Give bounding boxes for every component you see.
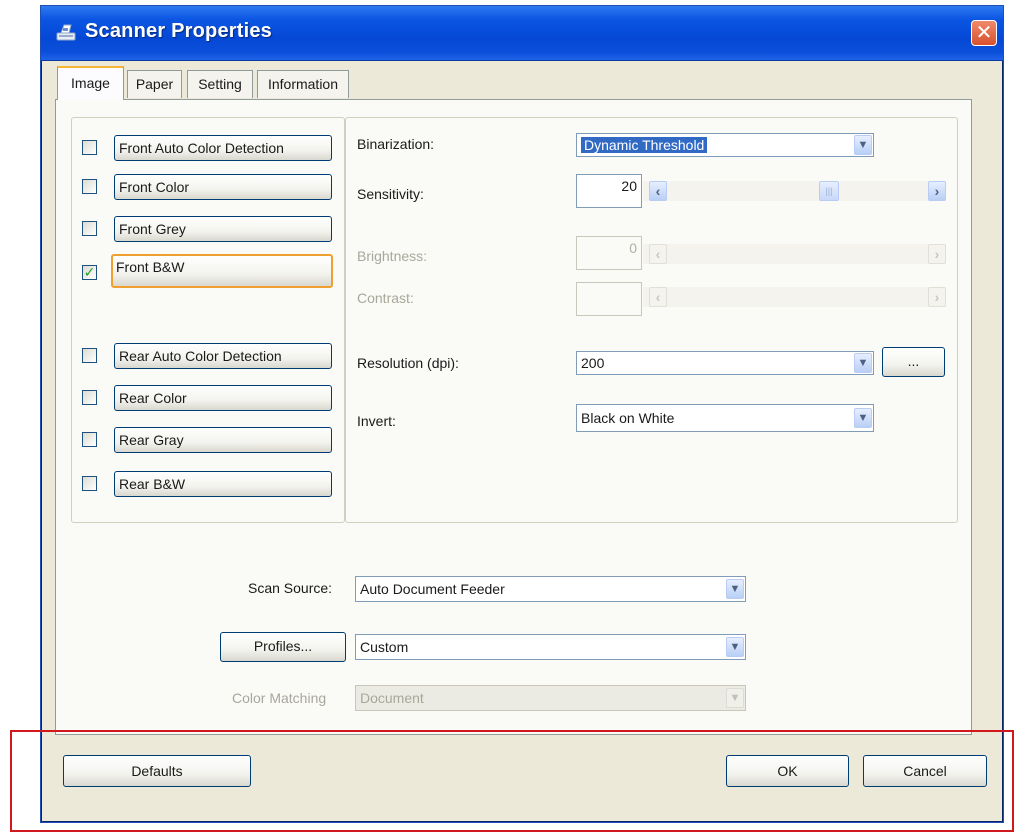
front-auto-color-button[interactable]: Front Auto Color Detection	[114, 135, 332, 161]
scroll-thumb[interactable]: |||	[819, 181, 839, 201]
scan-source-value: Auto Document Feeder	[360, 581, 505, 597]
contrast-slider[interactable]: ‹ ›	[643, 287, 946, 307]
chevron-down-icon[interactable]: ▼	[854, 135, 872, 155]
front-color-checkbox[interactable]	[82, 179, 97, 194]
rear-auto-color-button[interactable]: Rear Auto Color Detection	[114, 343, 332, 369]
resolution-more-button[interactable]: ...	[882, 347, 945, 377]
scroll-left-icon[interactable]: ‹	[649, 244, 667, 264]
scan-source-select[interactable]: Auto Document Feeder ▼	[355, 576, 746, 602]
cancel-button[interactable]: Cancel	[863, 755, 987, 787]
tab-setting[interactable]: Setting	[187, 70, 253, 98]
defaults-button[interactable]: Defaults	[63, 755, 251, 787]
chevron-down-icon[interactable]: ▼	[854, 408, 872, 428]
contrast-field[interactable]	[576, 282, 642, 316]
chevron-down-icon[interactable]: ▼	[854, 353, 872, 373]
binarization-select[interactable]: Dynamic Threshold ▼	[576, 133, 874, 157]
profile-select[interactable]: Custom ▼	[355, 634, 746, 660]
brightness-label: Brightness:	[357, 248, 428, 264]
resolution-value: 200	[581, 355, 605, 371]
profiles-button[interactable]: Profiles...	[220, 632, 346, 662]
front-bw-checkbox[interactable]: ✓	[82, 265, 97, 280]
rear-bw-button[interactable]: Rear B&W	[114, 471, 332, 497]
window-title: Scanner Properties	[85, 20, 273, 42]
scroll-left-icon[interactable]: ‹	[649, 181, 667, 201]
scroll-left-icon[interactable]: ‹	[649, 287, 667, 307]
resolution-select[interactable]: 200 ▼	[576, 351, 874, 375]
color-matching-label: Color Matching	[232, 690, 327, 706]
color-matching-value: Document	[360, 690, 424, 706]
rear-bw-checkbox[interactable]	[82, 476, 97, 491]
check-icon: ✓	[83, 264, 96, 280]
tab-paper[interactable]: Paper	[127, 70, 182, 98]
binarization-label: Binarization:	[357, 136, 435, 152]
front-auto-color-checkbox[interactable]	[82, 140, 97, 155]
rear-color-button[interactable]: Rear Color	[114, 385, 332, 411]
rear-gray-checkbox[interactable]	[82, 432, 97, 447]
brightness-field[interactable]: 0	[576, 236, 642, 270]
front-grey-button[interactable]: Front Grey	[114, 216, 332, 242]
scroll-right-icon[interactable]: ›	[928, 287, 946, 307]
front-grey-checkbox[interactable]	[82, 221, 97, 236]
brightness-slider[interactable]: ‹ ›	[643, 244, 946, 264]
scroll-right-icon[interactable]: ›	[928, 181, 946, 201]
rear-gray-button[interactable]: Rear Gray	[114, 427, 332, 453]
chevron-down-icon[interactable]: ▼	[726, 637, 744, 657]
image-settings-group	[345, 117, 958, 523]
ok-button[interactable]: OK	[726, 755, 849, 787]
tab-information[interactable]: Information	[257, 70, 349, 98]
sensitivity-label: Sensitivity:	[357, 186, 424, 202]
close-icon: ✕	[975, 22, 993, 44]
close-button[interactable]: ✕	[971, 20, 997, 46]
scan-source-label: Scan Source:	[248, 580, 333, 596]
chevron-down-icon[interactable]: ▼	[726, 688, 744, 708]
resolution-label: Resolution (dpi):	[357, 355, 459, 371]
title-bar[interactable]: Scanner Properties ✕	[41, 6, 1003, 61]
front-color-button[interactable]: Front Color	[114, 174, 332, 200]
rear-auto-color-checkbox[interactable]	[82, 348, 97, 363]
invert-value: Black on White	[581, 410, 675, 426]
invert-label: Invert:	[357, 413, 396, 429]
scroll-right-icon[interactable]: ›	[928, 244, 946, 264]
contrast-label: Contrast:	[357, 290, 414, 306]
sensitivity-slider[interactable]: ‹ ||| ›	[643, 181, 946, 201]
front-bw-button[interactable]: Front B&W	[111, 254, 333, 288]
invert-select[interactable]: Black on White ▼	[576, 404, 874, 432]
rear-color-checkbox[interactable]	[82, 390, 97, 405]
sensitivity-field[interactable]: 20	[576, 174, 642, 208]
binarization-value: Dynamic Threshold	[581, 137, 708, 153]
scanner-app-icon	[56, 24, 76, 41]
chevron-down-icon[interactable]: ▼	[726, 579, 744, 599]
color-matching-select[interactable]: Document ▼	[355, 685, 746, 711]
tab-image[interactable]: Image	[57, 66, 124, 100]
profile-value: Custom	[360, 639, 409, 655]
